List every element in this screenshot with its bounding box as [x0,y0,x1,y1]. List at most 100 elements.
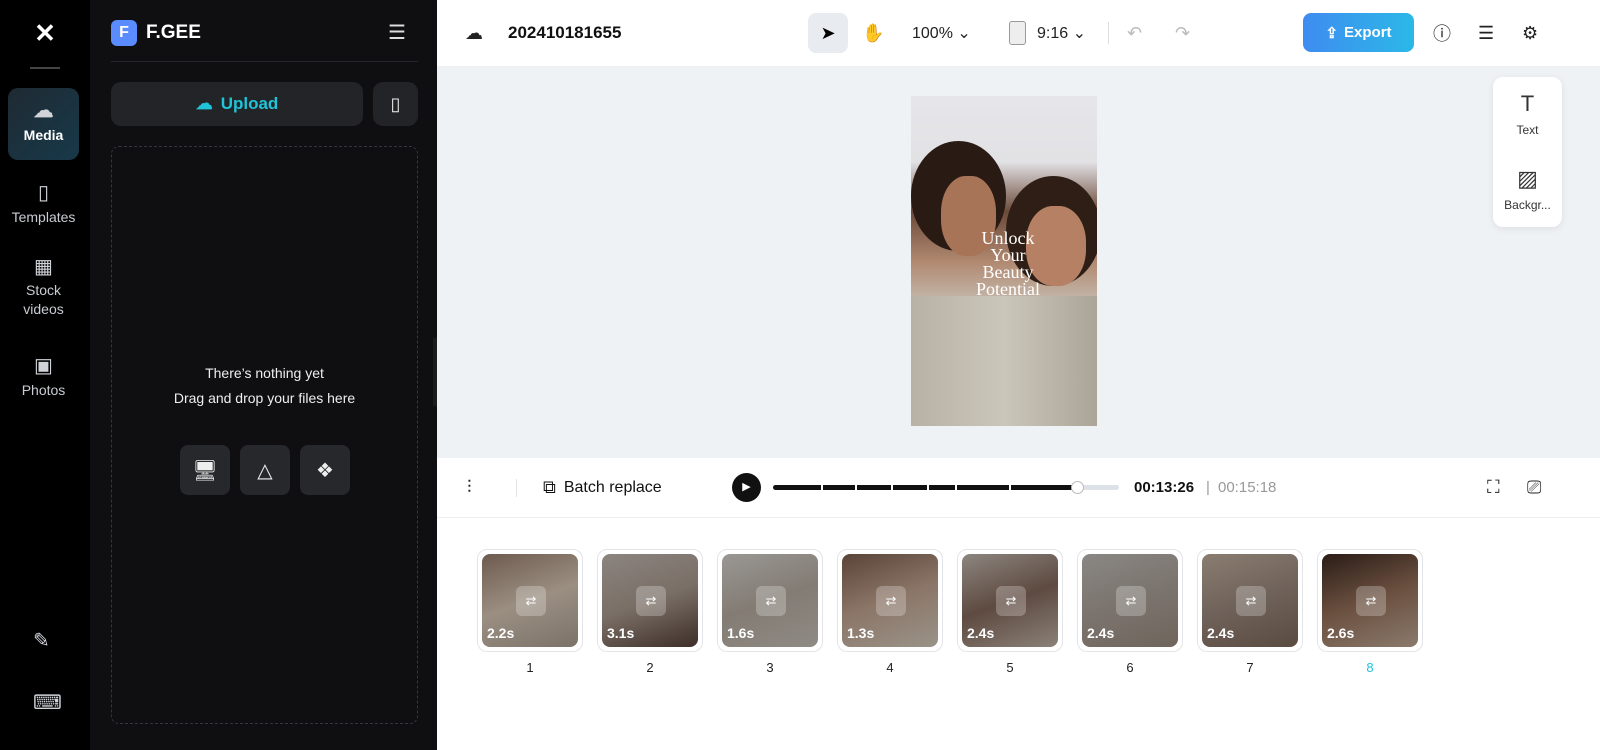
replace-icon[interactable]: ⇄ [1236,586,1266,616]
replace-icon[interactable]: ⇄ [996,586,1026,616]
hand-tool-icon[interactable]: ✋ [862,23,884,44]
clip-thumbnail[interactable]: ⇄ 2.4s [957,549,1063,652]
clip-thumbnail[interactable]: ⇄ 2.4s [1197,549,1303,652]
tool-label: Text [1516,123,1539,137]
clip-duration: 1.3s [847,625,875,641]
clip-thumbnail[interactable]: ⇄ 2.6s [1317,549,1423,652]
layers-icon[interactable]: ☰ [1478,23,1494,44]
clip-thumbnail[interactable]: ⇄ 1.3s [837,549,943,652]
clip-number: 6 [1126,660,1134,675]
ratio-dropdown[interactable]: 9:16 ⌄ [1037,23,1086,43]
clip-number: 4 [886,660,894,675]
upload-label: Upload [220,94,279,113]
clip-item[interactable]: ⇄ 2.4s 7 [1197,549,1303,675]
progress-slider[interactable] [773,481,1119,494]
clip-number: 3 [766,660,774,675]
template-icon: ▯ [37,182,49,204]
divider [516,478,517,497]
rail-item-templates[interactable]: ▯ Templates [8,170,79,230]
clip-item[interactable]: ⇄ 3.1s 2 [597,549,703,675]
image-icon: ▣ [34,355,53,377]
upload-button[interactable]: ☁ Upload [111,82,363,126]
rail-item-photos[interactable]: ▣ Photos [8,343,79,403]
undo-icon[interactable]: ↶ [1127,23,1142,44]
clip-item[interactable]: ⇄ 2.6s 8 [1317,549,1423,675]
google-drive-icon[interactable]: △ [240,445,290,495]
top-bar: ☁ 202410181655 ➤ ✋ 100% ⌄ 9:16 ⌄ ↶ ↷ ⇪ Ex… [437,0,1600,66]
left-rail: ✕ ☁ Media ▯ Templates ▦ Stock videos ▣ Photo… [0,0,90,750]
clip-thumbnail[interactable]: ⇄ 3.1s [597,549,703,652]
clip-list: ⇄ 2.2s 1 ⇄ 3.1s 2 ⇄ 1.6s 3 ⇄ 1.3s 4 ⇄ 2.4s 5 ⇄ 2.4s 6 ⇄ 2.4… [477,549,1423,675]
batch-replace-label: Batch replace [563,478,662,496]
clip-number: 8 [1366,660,1374,675]
ratio-value: 9:16 [1037,25,1069,42]
clip-duration: 1.6s [727,625,755,641]
side-tools: T Text ▨ Backgr... [1493,77,1562,227]
replace-icon[interactable]: ⇄ [516,586,546,616]
zoom-dropdown[interactable]: 100% ⌄ [912,23,971,43]
video-preview[interactable]: Unlock Your Beauty Potential [911,96,1097,426]
text-icon: T [1520,91,1535,116]
replace-icon[interactable]: ⇄ [876,586,906,616]
clip-item[interactable]: ⇄ 1.3s 4 [837,549,943,675]
text-tool[interactable]: T Text [1493,77,1562,152]
clip-thumbnail[interactable]: ⇄ 1.6s [717,549,823,652]
film-icon: ▦ [34,256,53,278]
rail-item-stock-videos[interactable]: ▦ Stock videos [8,248,79,323]
progress-fill [773,485,1078,490]
clip-duration: 2.4s [967,625,995,641]
playback-bar: ⫶ ⧉ Batch replace ▶ 00:13:26 | 00:15:18 ⛶… [437,458,1600,518]
fullscreen-icon[interactable]: ⛶ [1487,477,1500,498]
export-icon: ⇪ [1325,24,1339,42]
replace-icon[interactable]: ⇄ [1116,586,1146,616]
dropbox-icon[interactable]: ❖ [300,445,350,495]
background-icon: ▨ [1517,166,1538,191]
align-icon[interactable]: ⫶ [467,477,472,498]
progress-thumb[interactable] [1071,481,1085,494]
rail-label: Templates [11,209,76,225]
rail-item-media[interactable]: ☁ Media [8,88,79,160]
help-icon[interactable]: ⓘ [1433,20,1451,46]
clip-thumbnail[interactable]: ⇄ 2.2s [477,549,583,652]
drop-zone[interactable]: There’s nothing yet Drag and drop your fi… [111,146,418,724]
clip-item[interactable]: ⇄ 2.2s 1 [477,549,583,675]
select-tool-icon[interactable]: ➤ [808,13,848,53]
clip-number: 7 [1246,660,1254,675]
capcut-logo[interactable]: ✕ [28,20,62,46]
computer-icon[interactable]: 🖥 [180,445,230,495]
clip-item[interactable]: ⇄ 2.4s 5 [957,549,1063,675]
batch-replace-button[interactable]: ⧉ Batch replace [543,477,662,498]
cloud-save-icon[interactable]: ☁ [465,23,483,44]
replace-icon[interactable]: ⇄ [756,586,786,616]
empty-title: There’s nothing yet [205,365,324,381]
project-name[interactable]: 202410181655 [508,23,621,43]
clip-item[interactable]: ⇄ 2.4s 6 [1077,549,1183,675]
redo-icon[interactable]: ↷ [1175,23,1190,44]
replace-icon[interactable]: ⇄ [636,586,666,616]
play-button[interactable]: ▶ [732,473,761,502]
export-button[interactable]: ⇪ Export [1303,13,1414,52]
sort-icon[interactable]: ☰ [388,20,406,45]
clip-item[interactable]: ⇄ 1.6s 3 [717,549,823,675]
cloud-upload-icon: ☁ [195,94,213,113]
zoom-value: 100% [912,25,953,42]
clip-duration: 2.4s [1087,625,1115,641]
clip-thumbnail[interactable]: ⇄ 2.4s [1077,549,1183,652]
preview-settings-icon[interactable]: ⎚ [1527,477,1541,498]
phone-upload-button[interactable]: ▯ [373,82,418,126]
phone-icon: ▯ [390,93,401,114]
keyboard-icon[interactable]: ⌨ [33,690,62,715]
ratio-icon [1009,21,1026,45]
settings-icon[interactable]: ⚙ [1522,23,1538,44]
preview-text-overlay[interactable]: Unlock Your Beauty Potential [963,229,1053,298]
workspace-name[interactable]: F.GEE [146,20,201,46]
background-tool[interactable]: ▨ Backgr... [1493,152,1562,227]
clip-duration: 2.2s [487,625,515,641]
export-label: Export [1344,24,1392,41]
replace-icon[interactable]: ⇄ [1356,586,1386,616]
divider [111,61,418,62]
edit-notes-icon[interactable]: ✎ [33,628,50,653]
current-time: 00:13:26 [1134,479,1195,496]
divider [1108,22,1109,44]
batch-replace-icon: ⧉ [543,477,556,497]
